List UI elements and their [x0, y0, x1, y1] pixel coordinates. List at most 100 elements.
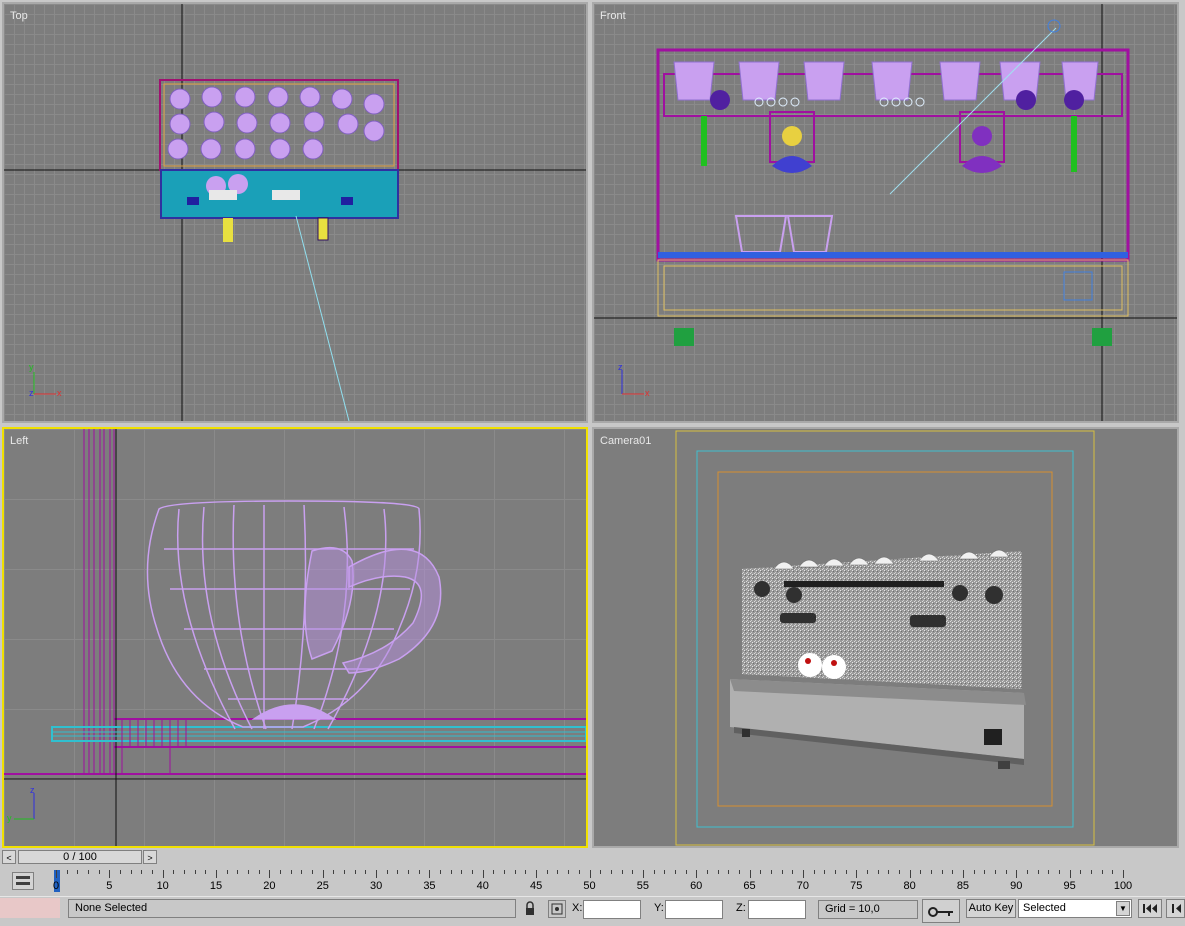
- z-coord-label: Z:: [736, 902, 746, 914]
- ruler-tick: [706, 870, 708, 874]
- ruler-tick: [429, 870, 431, 878]
- z-coord-input[interactable]: [748, 900, 806, 919]
- key-filter-select[interactable]: Selected ▼: [1018, 899, 1132, 918]
- ruler-tick-label: 25: [316, 880, 329, 892]
- ruler-tick-label: 90: [1010, 880, 1023, 892]
- ruler-tick: [888, 870, 890, 874]
- ruler-tick: [856, 870, 858, 878]
- ruler-tick: [461, 870, 463, 874]
- time-slider-prev-button[interactable]: <: [2, 850, 16, 864]
- track-bar[interactable]: 0 5 10 15 20 25 30 35 40 45 50 55 60 65 70 75 80 85 90 95 10…: [0, 866, 1185, 896]
- ruler-tick: [834, 870, 836, 874]
- ruler-tick: [194, 870, 196, 874]
- axis-y-label: y: [7, 813, 12, 823]
- ruler-tick: [813, 870, 815, 874]
- ruler-tick: [1101, 870, 1103, 874]
- ruler-tick: [98, 870, 100, 874]
- chevron-down-icon[interactable]: ▼: [1116, 901, 1130, 916]
- ruler-tick: [1048, 870, 1050, 874]
- camera-view-scene: [675, 430, 1095, 846]
- time-slider[interactable]: < 0 / 100 >: [0, 849, 1185, 866]
- viewport-label[interactable]: Camera01: [600, 435, 651, 447]
- ruler-tick-label: 0: [52, 880, 60, 892]
- time-slider-thumb[interactable]: 0 / 100: [18, 850, 142, 864]
- previous-frame-button[interactable]: [1166, 899, 1185, 918]
- time-slider-next-button[interactable]: >: [143, 850, 157, 864]
- ruler-tick: [1005, 870, 1007, 874]
- lock-selection-button[interactable]: [522, 900, 538, 917]
- ruler-tick: [280, 870, 282, 874]
- ruler-tick-label: 10: [156, 880, 169, 892]
- ruler-tick-label: 65: [743, 880, 756, 892]
- ruler-tick: [749, 870, 751, 878]
- ruler-tick: [674, 870, 676, 874]
- frame-ruler[interactable]: 0 5 10 15 20 25 30 35 40 45 50 55 60 65 70 75 80 85 90 95 10…: [52, 868, 1136, 894]
- ruler-tick: [653, 870, 655, 874]
- ruler-tick: [536, 870, 538, 878]
- ruler-tick: [909, 870, 911, 878]
- ruler-tick: [365, 870, 367, 874]
- viewport-label[interactable]: Left: [10, 435, 28, 447]
- ruler-tick: [1026, 870, 1028, 874]
- ruler-tick: [290, 870, 292, 874]
- ruler-tick-label: 75: [850, 880, 863, 892]
- ruler-tick-label: 85: [956, 880, 970, 892]
- ruler-tick-label: 50: [583, 880, 596, 892]
- ruler-tick: [578, 870, 580, 874]
- grid-size-text: Grid = 10,0: [825, 903, 880, 915]
- y-coord-input[interactable]: [665, 900, 723, 919]
- y-coord-label: Y:: [654, 902, 664, 914]
- viewport-front[interactable]: Front z x: [592, 2, 1179, 423]
- ruler-tick: [88, 870, 89, 874]
- viewport-label[interactable]: Front: [600, 10, 626, 22]
- ruler-tick: [664, 870, 666, 874]
- ruler-tick: [994, 870, 996, 874]
- viewport-label[interactable]: Top: [10, 10, 28, 22]
- open-curve-editor-icon[interactable]: [12, 872, 34, 890]
- ruler-tick: [1058, 870, 1060, 874]
- viewport-camera[interactable]: Camera01: [592, 427, 1179, 848]
- viewport-top[interactable]: Top y x z: [2, 2, 588, 423]
- ruler-tick: [738, 870, 740, 874]
- ruler-tick: [866, 870, 868, 874]
- top-view-scene: [4, 4, 586, 421]
- ruler-tick-label: 60: [690, 880, 703, 892]
- ruler-tick-label: 100: [1113, 880, 1133, 892]
- ruler-tick: [450, 870, 452, 874]
- ruler-tick: [504, 870, 506, 874]
- ruler-tick: [621, 870, 623, 874]
- ruler-tick-label: 95: [1063, 880, 1076, 892]
- ruler-tick: [824, 870, 826, 874]
- goto-start-button[interactable]: [1138, 899, 1162, 918]
- cup-wireframe: [146, 500, 442, 730]
- ruler-tick: [354, 870, 356, 874]
- ruler-tick: [728, 870, 730, 874]
- absolute-mode-button[interactable]: [548, 900, 566, 918]
- ruler-tick: [610, 870, 612, 874]
- ruler-tick: [952, 870, 954, 874]
- selection-status: None Selected: [68, 899, 516, 918]
- ruler-tick: [333, 870, 335, 874]
- viewport-left[interactable]: Left z y: [2, 427, 588, 848]
- selection-status-text: None Selected: [75, 902, 148, 914]
- ruler-tick: [109, 870, 111, 878]
- ruler-tick: [930, 870, 932, 874]
- cups-front: [673, 61, 1099, 101]
- ruler-tick: [589, 870, 591, 878]
- ruler-tick: [301, 870, 303, 874]
- axis-x-label: x: [57, 388, 62, 398]
- axis-z-label: z: [618, 362, 623, 372]
- auto-key-button[interactable]: Auto Key: [966, 899, 1016, 918]
- ruler-tick: [258, 870, 260, 874]
- set-key-button[interactable]: [922, 899, 960, 923]
- ruler-tick: [770, 870, 772, 874]
- ruler-tick: [248, 870, 250, 874]
- ruler-tick: [920, 870, 922, 874]
- machine-frame: [4, 429, 586, 775]
- ruler-tick: [514, 870, 516, 874]
- x-coord-input[interactable]: [583, 900, 641, 919]
- ruler-tick: [877, 870, 879, 874]
- absolute-mode-icon: [551, 903, 563, 915]
- ruler-tick: [685, 870, 687, 874]
- ruler-tick: [802, 870, 804, 878]
